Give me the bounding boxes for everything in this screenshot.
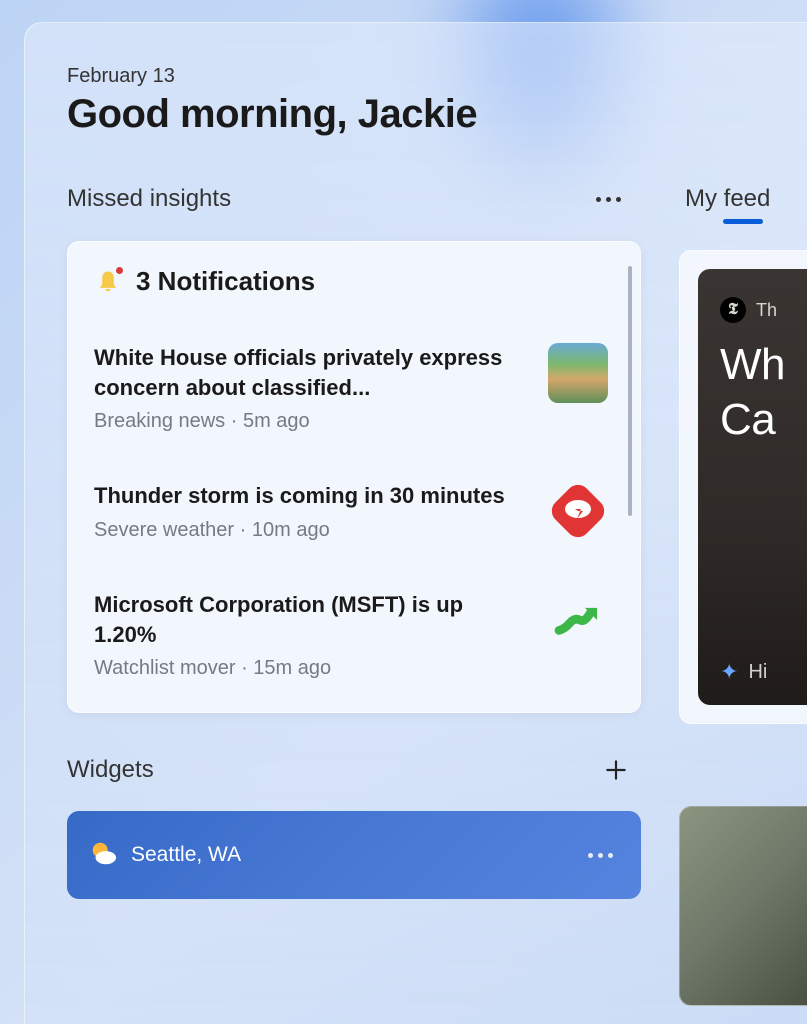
notification-headline: Microsoft Corporation (MSFT) is up 1.20% [94,590,530,649]
feed-article-card[interactable]: 𝕿 Th Wh Ca ✦ Hi [698,269,807,705]
weather-location: Seattle, WA [131,843,241,867]
notification-meta: Watchlist mover · 15m ago [94,657,530,680]
notification-item[interactable]: White House officials privately express … [94,325,608,451]
feed-headline: Wh Ca [720,337,807,447]
feed-tab-indicator [723,219,763,224]
feed-source-label: Th [756,300,777,321]
bell-icon [94,268,122,296]
feed-footer-text: Hi [748,661,767,684]
weather-widget-card[interactable]: Seattle, WA [67,811,641,899]
notification-thumbnail [548,343,608,403]
nyt-icon: 𝕿 [720,297,746,323]
feed-tab[interactable]: My feed [679,185,807,213]
notification-meta: Severe weather · 10m ago [94,519,530,542]
header-greeting: Good morning, Jackie [67,92,807,137]
feed-image-card[interactable] [679,806,807,1006]
notification-item[interactable]: Microsoft Corporation (MSFT) is up 1.20%… [94,572,608,698]
feed-card-container: 𝕿 Th Wh Ca ✦ Hi [679,250,807,724]
notifications-card: 3 Notifications White House officials pr… [67,241,641,713]
stock-up-icon [548,590,608,650]
header-date: February 13 [67,65,807,88]
insights-section-title: Missed insights [67,185,231,213]
notification-headline: White House officials privately express … [94,343,530,402]
weather-sun-icon [89,839,117,872]
widgets-section-title: Widgets [67,756,154,784]
weather-more-button[interactable] [582,847,619,864]
notification-meta: Breaking news · 5m ago [94,410,530,433]
notifications-title: 3 Notifications [136,266,315,297]
notification-headline: Thunder storm is coming in 30 minutes [94,481,530,511]
sparkle-icon: ✦ [720,659,738,685]
widgets-panel: February 13 Good morning, Jackie Missed … [24,22,807,1024]
insights-more-button[interactable] [584,189,633,210]
notification-item[interactable]: Thunder storm is coming in 30 minutes Se… [94,463,608,560]
storm-alert-icon [548,481,608,541]
scrollbar[interactable] [628,266,632,516]
add-widget-button[interactable] [599,753,633,787]
